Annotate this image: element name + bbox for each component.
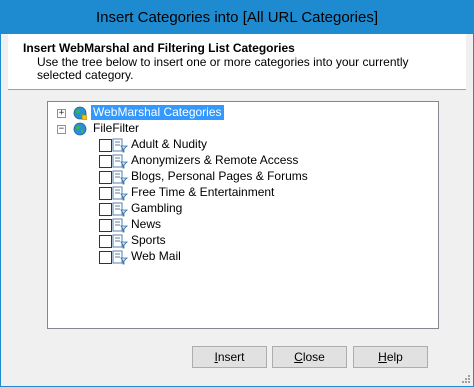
category-checkbox[interactable] <box>99 187 112 200</box>
header-title: Insert WebMarshal and Filtering List Cat… <box>23 41 295 55</box>
filter-category-icon <box>112 218 128 233</box>
close-label: lose <box>302 350 325 364</box>
globe-icon <box>73 122 87 136</box>
filter-category-icon <box>112 234 128 249</box>
close-button[interactable]: Close <box>272 346 347 368</box>
expand-icon[interactable]: + <box>57 109 66 118</box>
category-checkbox[interactable] <box>99 203 112 216</box>
filter-category-icon <box>112 186 128 201</box>
filter-category-icon <box>112 250 128 265</box>
filter-category-icon <box>112 138 128 153</box>
window-title: Insert Categories into [All URL Categori… <box>95 9 379 26</box>
tree-root-label[interactable]: WebMarshal Categories <box>91 105 224 120</box>
help-mnemonic: H <box>378 350 387 364</box>
title-bar[interactable]: Insert Categories into [All URL Categori… <box>1 1 473 34</box>
insert-button[interactable]: Insert <box>192 346 267 368</box>
category-checkbox[interactable] <box>99 139 112 152</box>
category-checkbox[interactable] <box>99 171 112 184</box>
help-label: elp <box>386 350 403 364</box>
category-checkbox[interactable] <box>99 219 112 232</box>
collapse-icon[interactable]: − <box>57 125 66 134</box>
header-panel: Insert WebMarshal and Filtering List Cat… <box>8 34 466 90</box>
filter-category-icon <box>112 154 128 169</box>
close-mnemonic: C <box>294 350 303 364</box>
filter-category-icon <box>112 202 128 217</box>
header-description: Use the tree below to insert one or more… <box>37 55 409 82</box>
globe-icon <box>73 106 87 120</box>
category-tree[interactable]: + WebMarshal Categories − FileFilter Adu… <box>47 101 439 329</box>
category-label: Web Mail <box>131 249 181 263</box>
insert-label: nsert <box>217 350 245 364</box>
filter-category-icon <box>112 170 128 185</box>
category-label: Anonymizers & Remote Access <box>131 153 299 167</box>
category-checkbox[interactable] <box>99 235 112 248</box>
resize-grip-icon[interactable] <box>461 374 471 384</box>
category-checkbox[interactable] <box>99 155 112 168</box>
category-checkbox[interactable] <box>99 251 112 264</box>
category-label: Gambling <box>131 201 183 215</box>
category-label: Blogs, Personal Pages & Forums <box>131 169 308 183</box>
category-label: News <box>131 217 162 231</box>
category-label: Sports <box>131 233 166 247</box>
category-label: Adult & Nudity <box>131 137 208 151</box>
help-button[interactable]: Help <box>353 346 428 368</box>
tree-filefilter-label[interactable]: FileFilter <box>93 121 139 136</box>
dialog-window: Insert Categories into [All URL Categori… <box>0 0 474 387</box>
category-label: Free Time & Entertainment <box>131 185 275 199</box>
dialog-body: Insert WebMarshal and Filtering List Cat… <box>8 34 466 380</box>
